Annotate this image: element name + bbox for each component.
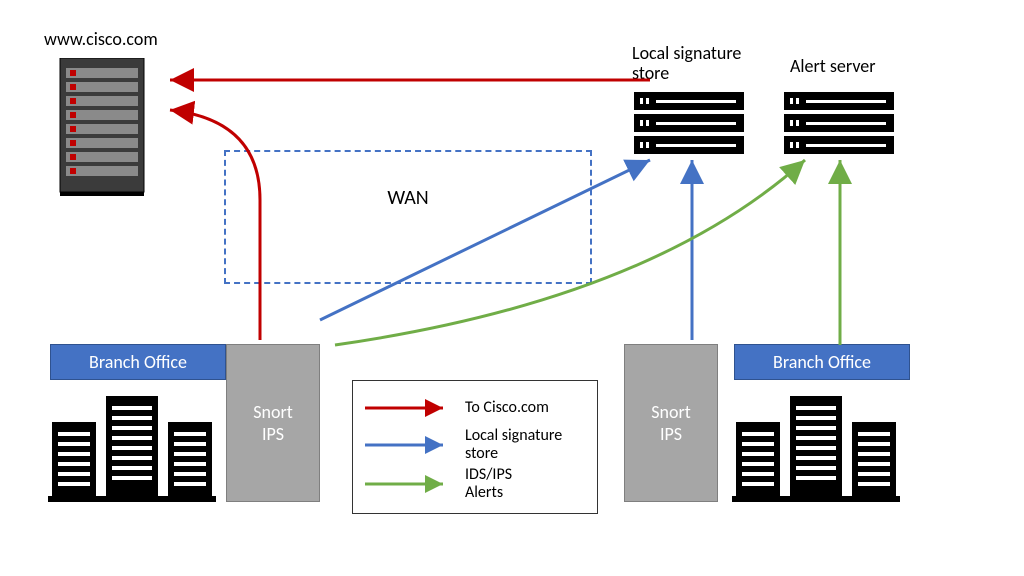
- alert-server-label: Alert server: [790, 55, 876, 77]
- legend-row-alerts: IDS/IPS Alerts: [363, 466, 587, 501]
- arrow-icon: [363, 435, 453, 455]
- legend-label: IDS/IPS Alerts: [465, 466, 587, 501]
- legend-box: To Cisco.com Local signature store IDS/I…: [352, 380, 598, 514]
- snort-ips-left-label: Snort IPS: [253, 401, 293, 445]
- snort-ips-left: Snort IPS: [226, 344, 320, 502]
- snort-ips-right-label: Snort IPS: [651, 401, 691, 445]
- local-signature-store-label: Local signature store: [632, 44, 741, 84]
- legend-row-sig: Local signature store: [363, 427, 587, 462]
- branch-office-right-label: Branch Office: [734, 344, 910, 380]
- snort-ips-right: Snort IPS: [624, 344, 718, 502]
- wan-box: WAN: [224, 150, 592, 284]
- server-stack-icon: [634, 92, 744, 154]
- legend-label: To Cisco.com: [465, 399, 587, 417]
- cisco-url-label: www.cisco.com: [44, 28, 158, 50]
- server-rack-icon: [56, 58, 148, 196]
- building-icon: [732, 392, 900, 502]
- legend-label: Local signature store: [465, 427, 587, 462]
- arrow-icon: [363, 474, 453, 494]
- server-stack-icon: [784, 92, 894, 154]
- legend-row-cisco: To Cisco.com: [363, 393, 587, 423]
- branch-office-left-label: Branch Office: [50, 344, 226, 380]
- wan-label: WAN: [387, 186, 428, 210]
- arrow-icon: [363, 398, 453, 418]
- building-icon: [48, 392, 216, 502]
